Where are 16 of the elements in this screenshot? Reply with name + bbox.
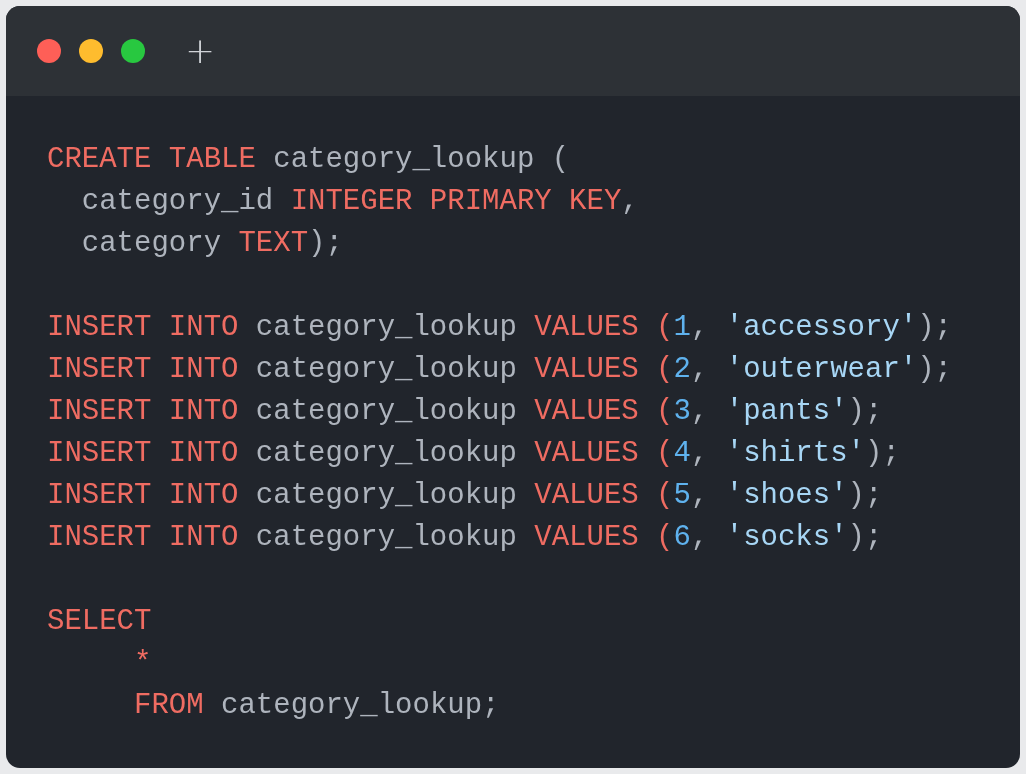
code-line: INSERT INTO category_lookup VALUES (3, 'pants'); [47, 394, 884, 430]
code-line: INSERT INTO category_lookup VALUES (4, 'shirts'); [47, 436, 901, 472]
code-line: category_id INTEGER PRIMARY KEY, [80, 184, 640, 220]
code-line: CREATE TABLE category_lookup ( [47, 142, 571, 178]
code-line: SELECT [47, 604, 153, 640]
code-line: FROM category_lookup; [133, 688, 501, 724]
minimize-button[interactable] [79, 39, 103, 63]
code-line: INSERT INTO category_lookup VALUES (2, 'outerwear'); [47, 352, 953, 388]
maximize-button[interactable] [121, 39, 145, 63]
code-line: INSERT INTO category_lookup VALUES (5, 'shoes'); [47, 478, 884, 514]
code-line: INSERT INTO category_lookup VALUES (1, 'accessory'); [47, 310, 953, 346]
new-tab-button[interactable]: + [185, 33, 216, 69]
close-button[interactable] [37, 39, 61, 63]
code-line: * [133, 646, 153, 682]
code-line: INSERT INTO category_lookup VALUES (6, 'socks'); [47, 520, 884, 556]
code-line: category TEXT); [80, 226, 344, 262]
